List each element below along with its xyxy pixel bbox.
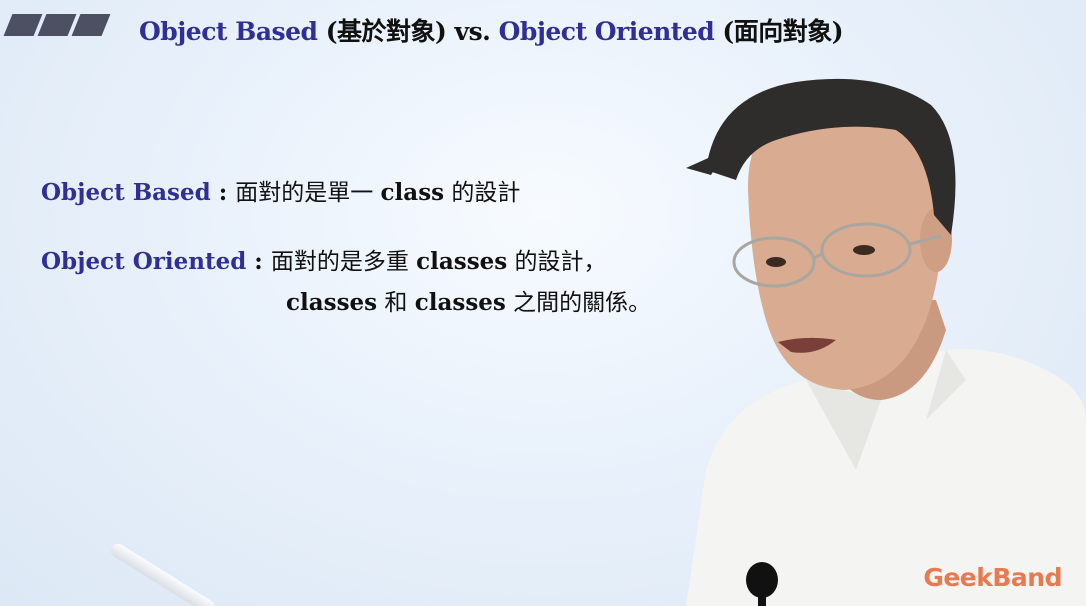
video-frame: Object Based (基於對象) vs. Object Oriented … (0, 0, 1086, 606)
pen-image (108, 541, 218, 606)
eye (853, 245, 875, 255)
keyword-classes: classes (416, 248, 508, 275)
header-decoration (0, 14, 112, 36)
definition-text: 的設計， (507, 249, 607, 275)
header-bar (37, 14, 77, 36)
header-bar (71, 14, 111, 36)
header-bar (3, 14, 43, 36)
definition-text: 面對的是多重 (270, 249, 417, 275)
definition-text: 和 (377, 290, 415, 316)
term-object-based: Object Based (41, 179, 211, 206)
geekband-logo: GeekBand (923, 563, 1062, 592)
eye (766, 257, 786, 267)
definition-text: 之間的關係。 (505, 290, 652, 316)
presenter-image (686, 78, 1086, 606)
separator: : (246, 248, 271, 275)
keyword-class: class (380, 179, 445, 206)
object-based-definition: Object Based : 面對的是單一 class 的設計 (41, 173, 520, 207)
title-middle: (基於對象) vs. (317, 17, 499, 46)
definition-text: 的設計 (444, 180, 521, 206)
title-object-based: Object Based (139, 17, 318, 46)
term-object-oriented: Object Oriented (41, 248, 247, 275)
separator: : (210, 179, 236, 206)
definition-text: 面對的是單一 (235, 180, 381, 206)
object-oriented-definition-cont: classes 和 classes 之間的關係。 (286, 283, 651, 317)
keyword-classes: classes (414, 289, 506, 316)
microphone-clip (758, 590, 766, 606)
keyword-classes: classes (286, 289, 378, 316)
object-oriented-definition: Object Oriented : 面對的是多重 classes 的設計， (41, 242, 607, 276)
